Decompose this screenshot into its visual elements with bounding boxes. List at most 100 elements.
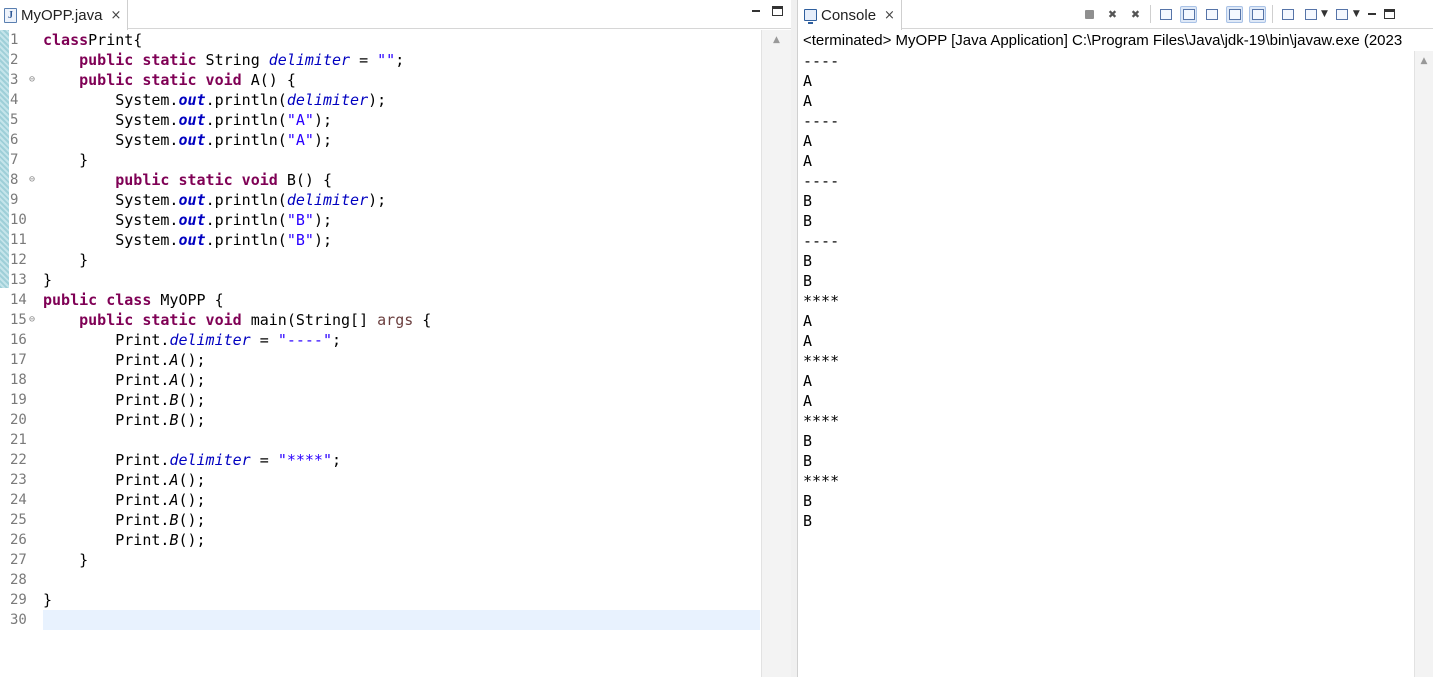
code-token: Print. <box>43 331 170 349</box>
chevron-down-icon[interactable]: ▼ <box>1353 9 1360 19</box>
tab-label: MyOPP.java <box>21 6 103 24</box>
code-line[interactable]: } <box>43 270 760 290</box>
remove-all-terminated-icon[interactable]: ✖ <box>1127 6 1144 23</box>
line-number: 19 <box>10 390 41 410</box>
line-number: 24 <box>10 490 41 510</box>
code-line[interactable]: Print.delimiter = "****"; <box>43 450 760 470</box>
code-token: delimiter <box>169 331 251 349</box>
code-line[interactable]: Print.B(); <box>43 390 760 410</box>
code-line[interactable]: public class MyOPP { <box>43 290 760 310</box>
remove-launch-icon[interactable]: ✖ <box>1104 6 1121 23</box>
code-token: "B" <box>286 211 314 229</box>
line-number: 20 <box>10 410 41 430</box>
code-line[interactable]: Print.delimiter = "----"; <box>43 330 760 350</box>
minimize-icon[interactable] <box>750 5 762 17</box>
code-line[interactable]: } <box>43 150 760 170</box>
code-line[interactable]: Print.A(); <box>43 350 760 370</box>
console-output-line: B <box>803 192 813 210</box>
console-vertical-scrollbar[interactable]: ▲ <box>1414 51 1433 677</box>
code-line[interactable] <box>43 430 760 450</box>
code-line[interactable]: public static void B() { <box>43 170 760 190</box>
code-line[interactable]: public static void A() { <box>43 70 760 90</box>
code-line[interactable]: Print.B(); <box>43 530 760 550</box>
console-output-line: B <box>803 512 813 530</box>
maximize-icon[interactable] <box>772 6 783 16</box>
line-number: 5 <box>10 110 41 130</box>
close-console-icon[interactable]: × <box>884 8 895 23</box>
code-token: String <box>196 51 269 69</box>
word-wrap-icon[interactable] <box>1203 6 1220 23</box>
code-token: = <box>350 51 378 69</box>
open-console-icon[interactable] <box>1334 6 1351 23</box>
code-token: Print. <box>43 511 170 529</box>
code-token: out <box>178 91 206 109</box>
console-output-line: B <box>803 252 813 270</box>
code-line[interactable]: } <box>43 550 760 570</box>
code-line[interactable]: System.out.println(delimiter); <box>43 90 760 110</box>
code-line[interactable]: System.out.println("A"); <box>43 130 760 150</box>
code-token: ; <box>332 451 342 469</box>
code-line[interactable]: System.out.println("A"); <box>43 110 760 130</box>
editor-vertical-scrollbar[interactable]: ▲ <box>761 30 791 677</box>
code-token: System. <box>43 231 179 249</box>
scroll-lock-icon[interactable] <box>1180 5 1197 23</box>
console-scroll-up-icon[interactable]: ▲ <box>1415 51 1433 71</box>
console-output-line: B <box>803 432 813 450</box>
code-token: "A" <box>286 131 314 149</box>
line-number: 11 <box>10 230 41 250</box>
code-text[interactable]: classPrint{ public static String delimit… <box>43 30 760 630</box>
clear-console-icon[interactable] <box>1157 6 1174 23</box>
chevron-down-icon[interactable]: ▼ <box>1321 9 1328 19</box>
fold-collapse-icon[interactable]: ⊖ <box>29 70 35 90</box>
code-token: ); <box>313 131 332 149</box>
code-line[interactable]: public static String delimiter = ""; <box>43 50 760 70</box>
code-line[interactable]: Print.B(); <box>43 510 760 530</box>
code-line[interactable]: System.out.println("B"); <box>43 230 760 250</box>
code-token: public class <box>43 291 152 309</box>
code-token: delimiter <box>286 191 369 209</box>
console-maximize-icon[interactable] <box>1383 9 1395 19</box>
console-output-line: B <box>803 492 813 510</box>
code-line[interactable]: Print.B(); <box>43 410 760 430</box>
show-on-stdout-icon[interactable] <box>1226 5 1243 23</box>
code-line[interactable]: } <box>43 590 760 610</box>
code-line[interactable]: System.out.println(delimiter); <box>43 190 760 210</box>
terminate-icon[interactable] <box>1081 6 1098 23</box>
fold-collapse-icon[interactable]: ⊖ <box>29 310 35 330</box>
line-number-text: 23 <box>10 472 27 488</box>
fold-collapse-icon[interactable]: ⊖ <box>29 170 35 190</box>
code-line[interactable]: Print.A(); <box>43 370 760 390</box>
show-on-stderr-icon[interactable] <box>1249 5 1266 23</box>
console-minimize-icon[interactable] <box>1366 8 1378 20</box>
close-tab-icon[interactable]: × <box>110 8 121 23</box>
code-line[interactable]: Print.A(); <box>43 490 760 510</box>
tab-console[interactable]: Console × <box>798 0 902 30</box>
code-token: = <box>250 331 278 349</box>
code-editor[interactable]: 1 2 3 ⊖ 4 5 6 7 8 ⊖ 9 10 11 12 13 14 15 ⊖ 16 17 18 19 20 21 22 23… <box>0 30 760 677</box>
code-line[interactable]: } <box>43 250 760 270</box>
scroll-up-icon[interactable]: ▲ <box>762 30 791 50</box>
code-line[interactable] <box>43 570 760 590</box>
display-selected-console-icon[interactable] <box>1302 6 1319 23</box>
code-token: out <box>178 231 206 249</box>
line-number-ruler: 1 2 3 ⊖ 4 5 6 7 8 ⊖ 9 10 11 12 13 14 15 ⊖ 16 17 18 19 20 21 22 23… <box>10 30 41 677</box>
code-token: .println( <box>205 211 287 229</box>
pin-console-icon[interactable] <box>1279 6 1296 23</box>
code-line[interactable]: Print.A(); <box>43 470 760 490</box>
code-token: out <box>178 191 206 209</box>
console-tab-label: Console <box>821 6 877 24</box>
console-output[interactable]: ---- A A ---- A A ---- B B ---- B B **** A A **** A A ****… <box>803 51 1403 531</box>
console-output-line: A <box>803 372 813 390</box>
line-number-text: 25 <box>10 512 27 528</box>
code-line[interactable]: classPrint{ <box>43 30 760 50</box>
code-line[interactable] <box>43 610 760 630</box>
code-line[interactable]: System.out.println("B"); <box>43 210 760 230</box>
code-line[interactable]: public static void main(String[] args { <box>43 310 760 330</box>
code-token: "----" <box>277 331 332 349</box>
console-icon <box>804 9 817 24</box>
tab-myopp-java[interactable]: J MyOPP.java × <box>0 0 129 30</box>
line-number-text: 26 <box>10 532 27 548</box>
line-number-text: 2 <box>10 52 19 68</box>
